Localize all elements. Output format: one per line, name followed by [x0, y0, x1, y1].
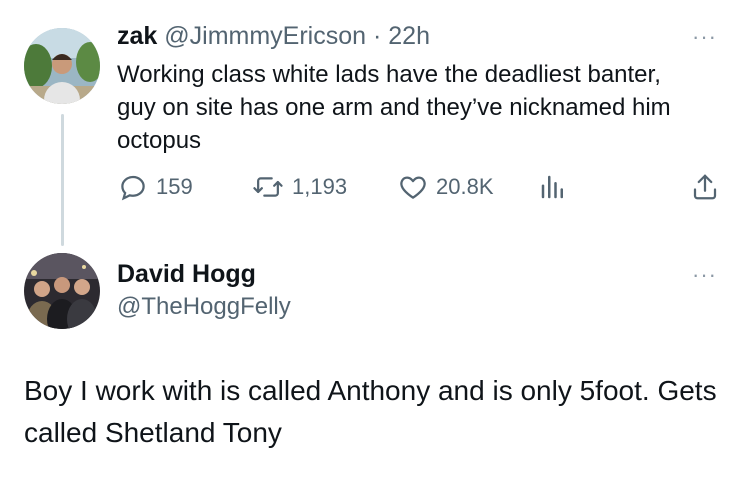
like-count: 20.8K	[436, 174, 494, 199]
views-icon	[541, 175, 563, 199]
repost-icon	[253, 177, 283, 197]
more-icon[interactable]: ···	[692, 26, 717, 48]
like-button[interactable]: 20.8K	[398, 170, 494, 204]
timestamp[interactable]: · 22h	[373, 22, 430, 50]
repost-count: 1,193	[292, 174, 348, 199]
author-handle[interactable]: @TheHoggFelly	[117, 293, 291, 321]
reply-button[interactable]: 159	[118, 170, 193, 204]
thread-line	[61, 114, 64, 246]
like-icon	[400, 176, 426, 199]
tweet-text: Boy I work with is called Anthony and is…	[24, 375, 717, 448]
avatar-zak[interactable]	[24, 28, 100, 104]
avatar-david-hogg[interactable]	[24, 253, 100, 329]
share-button[interactable]	[690, 170, 728, 204]
more-icon[interactable]: ···	[692, 264, 717, 286]
reply-icon	[121, 175, 145, 201]
author-handle[interactable]: @JimmmyEricson	[164, 22, 366, 50]
views-button[interactable]	[538, 170, 576, 204]
author-name[interactable]: zak	[117, 22, 157, 50]
tweet-header: zak @JimmmyEricson · 22h	[117, 22, 430, 51]
reply-count: 159	[156, 174, 193, 199]
tweet-text: Working class white lads have the deadli…	[117, 61, 671, 154]
author-name[interactable]: David Hogg	[117, 260, 256, 289]
repost-button[interactable]: 1,193	[252, 170, 347, 204]
share-icon	[693, 174, 717, 200]
